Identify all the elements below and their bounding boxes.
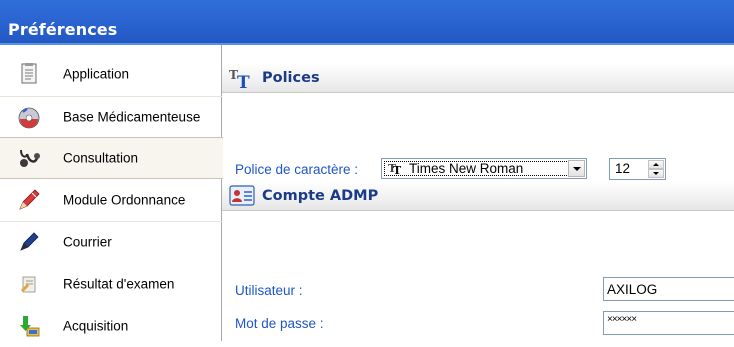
section-title: Polices xyxy=(262,70,320,86)
sidebar-item-module-ordonnance[interactable]: Module Ordonnance xyxy=(0,179,222,221)
font-name: Times New Roman xyxy=(409,161,524,176)
download-icon xyxy=(20,316,40,337)
preferences-window: Préférences Application Base Médicamente… xyxy=(0,0,734,341)
sidebar-item-label: Application xyxy=(63,66,130,82)
font-select[interactable]: T T Times New Roman xyxy=(381,158,587,179)
sidebar-item-consultation[interactable]: Consultation xyxy=(0,137,223,179)
font-select-value: T T Times New Roman xyxy=(384,161,569,176)
svg-text:T: T xyxy=(237,73,250,90)
font-size-value[interactable]: 12 xyxy=(615,161,630,176)
password-value: ×××××× xyxy=(607,314,637,325)
increment-button[interactable] xyxy=(648,160,664,169)
font-label: Police de caractère : xyxy=(235,162,359,177)
user-label: Utilisateur : xyxy=(235,283,303,298)
sidebar-item-label: Base Médicamenteuse xyxy=(63,109,201,125)
sidebar: Application Base Médicamenteuse Consulta… xyxy=(0,45,223,341)
sidebar-item-courrier[interactable]: Courrier xyxy=(0,221,222,263)
user-value: AXILOG xyxy=(607,282,658,297)
sidebar-item-application[interactable]: Application xyxy=(0,53,222,95)
sidebar-item-resultat-examen[interactable]: Résultat d'examen xyxy=(0,263,222,305)
truetype-icon: T T xyxy=(388,162,402,175)
sidebar-item-label: Acquisition xyxy=(63,318,129,334)
sidebar-item-label: Courrier xyxy=(63,234,112,250)
section-title: Compte ADMP xyxy=(262,188,379,204)
svg-text:T: T xyxy=(393,164,402,175)
pencil-icon xyxy=(19,189,40,210)
document-icon xyxy=(21,63,37,84)
password-field[interactable]: ×××××× xyxy=(603,311,734,335)
sidebar-item-label: Consultation xyxy=(63,150,139,166)
user-card-icon xyxy=(229,185,255,206)
user-field[interactable]: AXILOG xyxy=(603,277,734,301)
section-header-compte-admp: Compte ADMP xyxy=(222,181,734,211)
password-label: Mot de passe : xyxy=(235,316,324,331)
window-title: Préférences xyxy=(8,20,118,39)
decrement-button[interactable] xyxy=(648,169,664,178)
pen-icon xyxy=(20,232,39,251)
settings-panel: T T Polices Police de caractère : T T Ti… xyxy=(222,45,734,341)
stethoscope-icon xyxy=(20,149,40,167)
title-bar[interactable]: Préférences xyxy=(0,0,734,45)
test-result-icon xyxy=(21,276,36,293)
disc-icon xyxy=(18,107,40,129)
sidebar-item-base-medicamenteuse[interactable]: Base Médicamenteuse xyxy=(0,96,222,138)
font-size-stepper[interactable]: 12 xyxy=(609,158,666,180)
font-icon: T T xyxy=(229,68,250,90)
sidebar-item-label: Module Ordonnance xyxy=(63,192,186,208)
chevron-down-icon[interactable] xyxy=(568,160,585,177)
sidebar-item-label: Résultat d'examen xyxy=(63,276,175,292)
section-header-polices: T T Polices xyxy=(222,63,734,93)
